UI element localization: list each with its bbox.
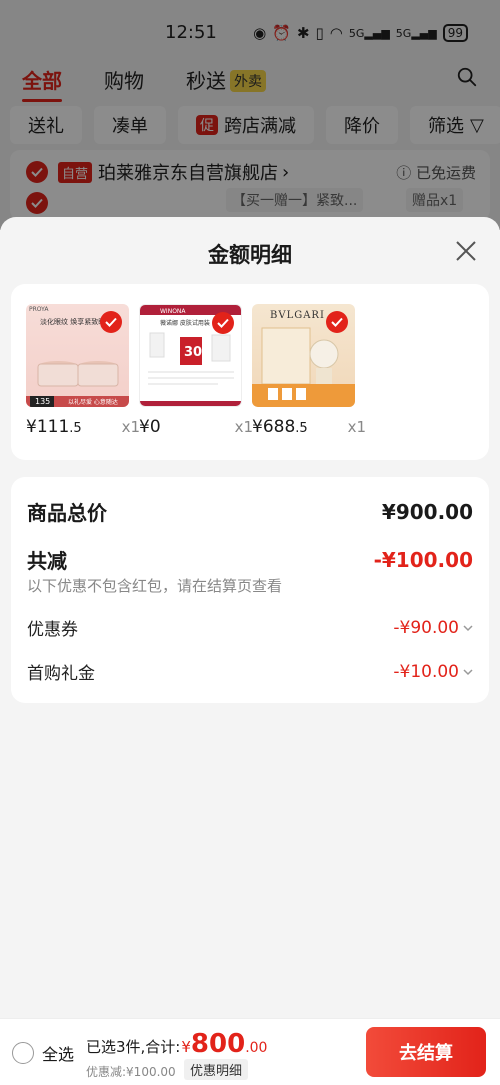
product-item[interactable]: BVLGARI ¥688.5 x1 xyxy=(252,304,366,437)
product-thumbnail: WINONA 薇诺娜 皮肤试用装 30 xyxy=(139,304,242,407)
first-purchase-label: 首购礼金 xyxy=(27,664,95,684)
coupon-label: 优惠券 xyxy=(27,620,78,640)
reduced-amount: 优惠减:¥100.00 xyxy=(86,1065,176,1079)
svg-text:30: 30 xyxy=(184,345,202,360)
discount-label: 共减 xyxy=(27,549,67,573)
amount-detail-sheet: 金额明细 PROYA 淡化眼纹 焕享紧致眼 135 以礼尽爱 心意随达 ¥111… xyxy=(0,217,500,1085)
chevron-down-icon xyxy=(463,624,473,631)
check-icon[interactable] xyxy=(326,311,348,333)
total-value: ¥900.00 xyxy=(381,499,473,524)
product-price: ¥688.5 xyxy=(252,417,308,437)
product-qty: x1 xyxy=(347,418,366,436)
product-item[interactable]: WINONA 薇诺娜 皮肤试用装 30 ¥0 x1 xyxy=(139,304,253,437)
discount-row: 共减 -¥100.00 xyxy=(27,545,473,574)
svg-text:WINONA: WINONA xyxy=(160,308,186,315)
total-amount-decimal: .00 xyxy=(245,1040,268,1056)
svg-text:以礼尽爱 心意随达: 以礼尽爱 心意随达 xyxy=(68,398,118,406)
check-icon[interactable] xyxy=(100,311,122,333)
currency-symbol: ¥ xyxy=(181,1038,191,1056)
product-qty: x1 xyxy=(121,418,140,436)
select-all-label: 全选 xyxy=(42,1045,75,1064)
check-icon[interactable] xyxy=(212,312,234,334)
selected-summary: 已选3件,合计: ¥ 800 .00 xyxy=(86,1029,267,1059)
sheet-title: 金额明细 xyxy=(208,243,292,267)
select-all[interactable]: 全选 xyxy=(12,1041,74,1065)
select-all-radio[interactable] xyxy=(12,1042,34,1064)
modal-overlay[interactable] xyxy=(0,0,500,230)
product-thumbnail: PROYA 淡化眼纹 焕享紧致眼 135 以礼尽爱 心意随达 xyxy=(26,304,129,407)
product-price: ¥0 xyxy=(139,417,161,437)
summary-card: 商品总价 ¥900.00 共减 -¥100.00 以下优惠不包含红包，请在结算页… xyxy=(11,477,489,703)
selected-text: 已选3件,合计: xyxy=(86,1038,181,1056)
svg-text:135: 135 xyxy=(35,397,50,406)
first-purchase-row[interactable]: 首购礼金 -¥10.00 xyxy=(27,659,473,684)
checkout-bar: 全选 已选3件,合计: ¥ 800 .00 优惠减:¥100.00 优惠明细 去… xyxy=(0,1018,500,1085)
svg-text:BVLGARI: BVLGARI xyxy=(270,310,325,321)
coupon-value: -¥90.00 xyxy=(393,617,459,638)
total-label: 商品总价 xyxy=(27,501,107,525)
product-qty: x1 xyxy=(234,418,253,436)
svg-text:PROYA: PROYA xyxy=(29,306,49,313)
first-purchase-value: -¥10.00 xyxy=(393,661,459,682)
total-amount: 800 xyxy=(190,1029,246,1059)
discount-note: 以下优惠不包含红包，请在结算页查看 xyxy=(27,577,283,595)
product-thumbnail: BVLGARI xyxy=(252,304,355,407)
chevron-down-icon xyxy=(463,668,473,675)
checkout-button[interactable]: 去结算 xyxy=(366,1027,486,1077)
products-card: PROYA 淡化眼纹 焕享紧致眼 135 以礼尽爱 心意随达 ¥111.5 x1 xyxy=(11,284,489,460)
svg-text:淡化眼纹 焕享紧致眼: 淡化眼纹 焕享紧致眼 xyxy=(40,317,105,326)
close-icon[interactable] xyxy=(454,239,478,263)
coupon-row[interactable]: 优惠券 -¥90.00 xyxy=(27,615,473,640)
product-item[interactable]: PROYA 淡化眼纹 焕享紧致眼 135 以礼尽爱 心意随达 ¥111.5 x1 xyxy=(26,304,140,437)
discount-detail-button[interactable]: 优惠明细 xyxy=(184,1059,249,1080)
product-price: ¥111.5 xyxy=(26,417,82,437)
total-row: 商品总价 ¥900.00 xyxy=(27,497,473,526)
discount-value: -¥100.00 xyxy=(373,547,473,572)
svg-text:薇诺娜 皮肤试用装: 薇诺娜 皮肤试用装 xyxy=(160,319,210,327)
